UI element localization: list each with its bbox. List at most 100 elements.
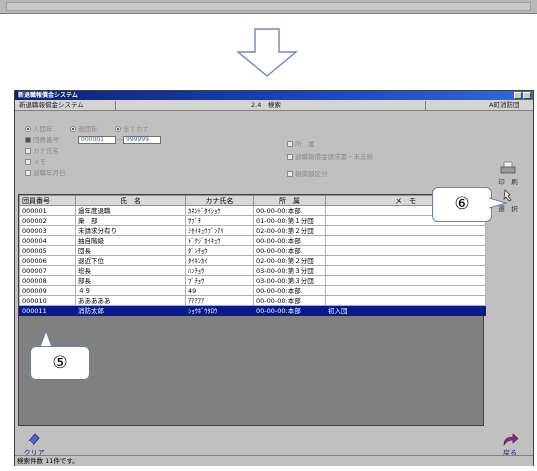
table-row[interactable]: 000003 未請求分有り ﾐｾｲｷｭｳﾌﾞﾝｱﾘ 02-00-00:第２分団 <box>19 225 486 236</box>
table-cell: あああああ <box>75 295 186 306</box>
radio-all-kana[interactable]: 全てカナ <box>115 125 149 134</box>
table-cell: 000011 <box>19 305 76 316</box>
table-cell: 00-00-00:本部 <box>253 295 326 306</box>
results-table-panel: 団員番号 氏 名 カナ氏名 所 属 メ モ 000001 過年度退職 ｶﾈﾝﾄﾞﾀｲ… <box>18 194 486 426</box>
table-cell: 消防太郎 <box>75 305 186 316</box>
table-cell: ﾐｾｲｷｭｳﾌﾞﾝｱﾘ <box>185 225 254 236</box>
column-header[interactable]: 所 属 <box>253 195 326 206</box>
table-cell: ｻﾌﾞﾁ <box>185 215 254 226</box>
window-title: 新退職報償金システム <box>18 92 78 99</box>
check-label: 団員番号 <box>33 136 59 144</box>
table-cell: 49 <box>185 285 254 296</box>
table-cell: 02-00-00:第２分団 <box>253 225 326 236</box>
table-cell: 00-00-00:本部 <box>253 245 326 256</box>
range-from-input[interactable]: 000001 <box>78 136 116 144</box>
table-row[interactable]: 000002 衆 部ｻﾌﾞﾁ 01-00-00:第１分団 <box>19 215 486 226</box>
table-cell <box>325 275 486 286</box>
checkbox-icon <box>25 159 31 165</box>
radio-dot-icon <box>25 126 31 132</box>
results-table: 団員番号 氏 名 カナ氏名 所 属 メ モ 000001 過年度退職 ｶﾈﾝﾄﾞﾀｲ… <box>19 195 486 316</box>
table-cell: 班長 <box>75 265 186 276</box>
divider <box>425 101 426 110</box>
screen-id: 2.4 検索 <box>251 101 281 109</box>
checkbox-icon <box>287 171 293 177</box>
table-row-selected[interactable]: 000011 消防太郎 ｼｮｳﾎﾞｳﾀﾛｳ 00-00-00:本部 初入団 <box>19 305 486 316</box>
table-cell: ﾀﾞﾝﾁｮｳ <box>185 245 254 256</box>
minimize-button[interactable] <box>514 92 522 99</box>
checkbox-icon <box>25 148 31 154</box>
check-member-no[interactable]: 団員番号 <box>25 136 59 145</box>
checkbox-icon <box>25 137 31 143</box>
table-cell: ﾀｲｷﾝｶｲ <box>185 255 254 266</box>
radio-retire-year[interactable]: 退団年 <box>70 125 98 134</box>
table-row[interactable]: 000004 抽自階級 ﾄﾞｸｼﾞｶｲｷｭｳ 00-00-00:本部 <box>19 235 486 246</box>
check-affiliation[interactable]: 所 属 <box>287 140 315 149</box>
app-window: 新退職報償金システム 新退職報償金システム 2.4 検索 A町消防団 入団年 退… <box>14 90 534 466</box>
table-cell: 03-00-00:第３分団 <box>253 275 326 286</box>
table-cell <box>325 285 486 296</box>
table-header-row: 団員番号 氏 名 カナ氏名 所 属 メ モ <box>19 195 486 206</box>
table-cell: 退近下位 <box>75 255 186 266</box>
table-cell <box>325 265 486 276</box>
radio-label: 全てカナ <box>123 125 149 133</box>
close-button[interactable] <box>523 92 531 99</box>
check-memo[interactable]: メモ <box>25 158 46 167</box>
table-cell: 000003 <box>19 225 76 236</box>
table-cell: 抽自階級 <box>75 235 186 246</box>
column-header[interactable]: カナ氏名 <box>185 195 254 206</box>
radio-label: 退団年 <box>78 125 98 133</box>
check-kana-name[interactable]: カナ氏名 <box>25 147 59 156</box>
table-row[interactable]: 000009 ４９ 49 00-00-00:本部 <box>19 285 486 296</box>
range-to-input[interactable]: 999999 <box>123 136 161 144</box>
table-row[interactable]: 000001 過年度退職 ｶﾈﾝﾄﾞﾀｲｼｮｸ 00-00-00:本部 <box>19 205 486 216</box>
table-cell: ｶﾈﾝﾄﾞﾀｲｼｮｸ <box>185 205 254 216</box>
check-label: 退職年月日 <box>33 169 66 177</box>
table-row[interactable]: 000008 部長 ﾌﾞﾁｮｳ 03-00-00:第３分団 <box>19 275 486 286</box>
checkbox-icon <box>287 141 293 147</box>
check-reward-class[interactable]: 報償額区分 <box>287 170 328 179</box>
table-cell: 00-00-00:本部 <box>253 235 326 246</box>
table-cell: 初入団 <box>325 305 486 316</box>
table-cell: 000008 <box>19 275 76 286</box>
check-label: メモ <box>33 158 46 166</box>
print-label: 印 刷 <box>498 178 518 186</box>
callout-six: ⑥ <box>432 187 492 222</box>
table-cell: ｼｮｳﾎﾞｳﾀﾛｳ <box>185 305 254 316</box>
table-cell <box>325 225 486 236</box>
table-cell: 00-00-00:本部 <box>253 305 326 316</box>
check-retire-date[interactable]: 退職年月日 <box>25 169 66 178</box>
table-cell <box>325 245 486 256</box>
check-label: 報償額区分 <box>295 170 328 178</box>
table-cell: 03-00-00:第３分団 <box>253 265 326 276</box>
table-cell: 団長 <box>75 245 186 256</box>
info-bar: 新退職報償金システム 2.4 検索 A町消防団 <box>15 100 533 111</box>
table-cell: ｱｱｱｱｱ <box>185 295 254 306</box>
table-cell: 000004 <box>19 235 76 246</box>
table-cell <box>325 295 486 306</box>
table-cell: 02-00-00:第２分団 <box>253 255 326 266</box>
table-cell: ﾌﾞﾁｮｳ <box>185 275 254 286</box>
column-header[interactable]: 氏 名 <box>75 195 186 206</box>
check-label: カナ氏名 <box>33 147 59 155</box>
table-row[interactable]: 000010 あああああ ｱｱｱｱｱ 00-00-00:本部 <box>19 295 486 306</box>
table-row[interactable]: 000005 団長 ﾀﾞﾝﾁｮｳ 00-00-00:本部 <box>19 245 486 256</box>
table-cell: 000010 <box>19 295 76 306</box>
printer-icon <box>500 161 516 174</box>
table-cell: 01-00-00:第１分団 <box>253 215 326 226</box>
previous-screen-strip <box>0 0 537 14</box>
divider <box>115 101 116 110</box>
table-cell <box>325 255 486 266</box>
table-row[interactable]: 000006 退近下位 ﾀｲｷﾝｶｲ 02-00-00:第２分団 <box>19 255 486 266</box>
column-header[interactable]: 団員番号 <box>19 195 76 206</box>
app-name: 新退職報償金システム <box>19 101 84 109</box>
table-cell: 衆 部 <box>75 215 186 226</box>
table-cell: 00-00-00:本部 <box>253 285 326 296</box>
print-button[interactable]: 印 刷 <box>487 161 529 186</box>
check-claim-unpaid[interactable]: 退職報償金請求書・未支給 <box>287 153 373 162</box>
table-cell: ﾄﾞｸｼﾞｶｲｷｭｳ <box>185 235 254 246</box>
table-cell: 000002 <box>19 215 76 226</box>
table-row[interactable]: 000007 班長 ﾊﾝﾁｮｳ 03-00-00:第３分団 <box>19 265 486 276</box>
table-cell <box>325 235 486 246</box>
radio-join-year[interactable]: 入団年 <box>25 125 53 134</box>
radio-label: 入団年 <box>33 125 53 133</box>
